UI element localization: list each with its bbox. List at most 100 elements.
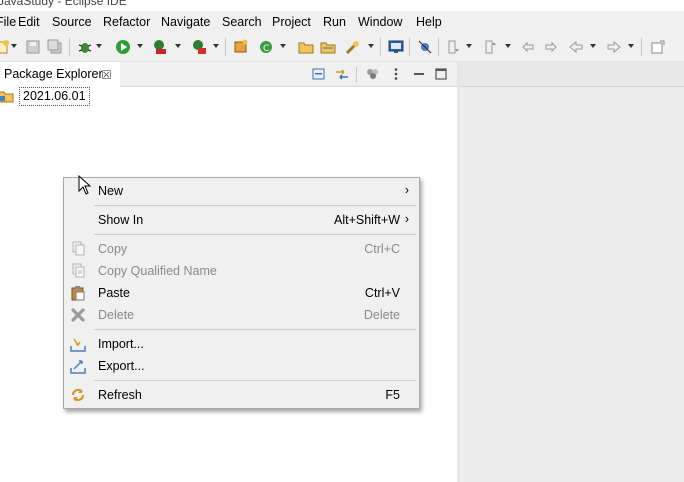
menu-item-shortcut: Ctrl+C [364,242,400,256]
menu-item-import[interactable]: Import... [64,333,419,355]
minimize-icon[interactable] [412,67,426,81]
external-tools-dropdown-arrow[interactable] [213,44,219,48]
menu-project[interactable]: Project [272,14,311,30]
menu-item-label: New [98,184,124,198]
menu-edit[interactable]: Edit [18,14,40,30]
maximize-icon[interactable] [434,67,448,81]
external-tools-icon[interactable] [191,39,207,55]
console-icon[interactable] [388,39,404,55]
toolbar-separator [409,38,410,56]
previous-annotation-icon [485,40,496,54]
view-menu-icon[interactable] [389,67,403,81]
menu-help[interactable]: Help [416,14,442,30]
menu-item-shortcut: Alt+Shift+W [334,213,400,227]
next-annotation-dropdown-arrow [466,44,472,48]
editor-area [460,62,684,482]
export-icon [70,360,86,374]
toolbar-separator [69,38,70,56]
run-icon[interactable] [115,39,131,55]
debug-dropdown-arrow[interactable] [96,44,102,48]
menu-item-shortcut: Ctrl+V [364,286,400,300]
svg-text:C: C [263,44,269,54]
package-explorer-tab[interactable]: Package Explorer ☒ [0,62,120,87]
menu-item-label: Import... [98,337,144,351]
search-tool-icon[interactable] [345,39,361,55]
last-edit-location-icon [522,41,534,53]
menu-item-refresh[interactable]: Refresh F5 [64,384,419,406]
menu-separator [94,205,416,206]
java-project-icon [0,91,14,103]
menu-navigate[interactable]: Navigate [161,14,210,30]
run-dropdown-arrow[interactable] [137,44,143,48]
menu-search[interactable]: Search [222,14,262,30]
menu-item-export[interactable]: Export... [64,355,419,377]
context-menu: New › Show In Alt+Shift+W › Copy Ctrl+C … [63,177,420,409]
menu-item-label: Paste [98,286,130,300]
menu-item-delete[interactable]: Delete Delete [64,304,419,326]
new-dropdown-arrow[interactable] [11,44,17,48]
open-perspective-icon[interactable] [650,39,666,55]
menu-refactor[interactable]: Refactor [103,14,150,30]
link-with-editor-icon[interactable] [335,67,349,81]
menu-file[interactable]: File [0,14,16,30]
menu-item-copy-qualified-name[interactable]: Copy Qualified Name [64,260,419,282]
menu-item-label: Show In [98,213,144,227]
close-icon[interactable]: ☒ [101,68,112,82]
collapse-all-icon[interactable] [312,67,326,81]
menu-item-label: Copy Qualified Name [98,264,217,278]
menu-item-paste[interactable]: Paste Ctrl+V [64,282,419,304]
save-icon [26,40,40,54]
menu-item-label: Export... [98,359,145,373]
window-title-bar: JavaStudy - Eclipse IDE [0,0,684,11]
project-name: 2021.06.01 [19,87,90,106]
import-icon [70,338,86,352]
back-icon[interactable] [568,39,584,55]
menu-item-shortcut: F5 [385,388,400,402]
copy-qualified-name-icon [72,263,85,278]
menu-separator [94,380,416,381]
forward-icon[interactable] [606,39,622,55]
open-type-icon[interactable] [298,39,314,55]
previous-annotation-dropdown-arrow [505,44,511,48]
new-java-project-icon[interactable] [233,39,249,55]
new-icon[interactable] [0,39,10,55]
coverage-dropdown-arrow[interactable] [175,44,181,48]
refresh-icon [71,388,85,402]
next-edit-location-icon [545,41,557,53]
menu-item-label: Refresh [98,388,142,402]
menu-window[interactable]: Window [358,14,402,30]
mouse-cursor-icon [78,175,92,195]
focus-on-active-task-icon[interactable] [366,67,380,81]
save-all-icon [47,39,62,54]
debug-icon[interactable] [77,39,93,55]
package-explorer-header: Package Explorer ☒ [0,62,457,87]
view-toolbar-separator [356,67,357,82]
delete-icon [71,308,85,322]
open-task-icon[interactable] [320,39,336,55]
coverage-icon[interactable] [152,39,168,55]
menu-item-copy[interactable]: Copy Ctrl+C [64,238,419,260]
menu-item-label: Copy [98,242,128,256]
editor-area-header [460,62,684,87]
menu-bar: File Edit Source Refactor Navigate Searc… [0,11,684,33]
search-dropdown-arrow[interactable] [368,44,374,48]
menu-item-show-in[interactable]: Show In Alt+Shift+W › [64,209,419,231]
menu-run[interactable]: Run [323,14,346,30]
back-dropdown-arrow[interactable] [590,44,596,48]
menu-source[interactable]: Source [52,14,92,30]
toolbar-separator [380,38,381,56]
menu-separator [94,329,416,330]
toolbar-separator [438,38,439,56]
forward-dropdown-arrow[interactable] [628,44,634,48]
main-toolbar: C [0,33,684,62]
new-class-dropdown-arrow[interactable] [280,44,286,48]
menu-separator [94,234,416,235]
menu-item-shortcut: Delete [363,308,400,322]
submenu-arrow-icon: › [404,183,409,197]
new-java-class-icon[interactable]: C [258,39,274,55]
menu-item-new[interactable]: New › [64,180,419,202]
toolbar-separator [225,38,226,56]
package-explorer-tab-label: Package Explorer [4,67,103,81]
copy-icon [72,241,85,256]
skip-breakpoints-icon[interactable] [417,39,433,55]
